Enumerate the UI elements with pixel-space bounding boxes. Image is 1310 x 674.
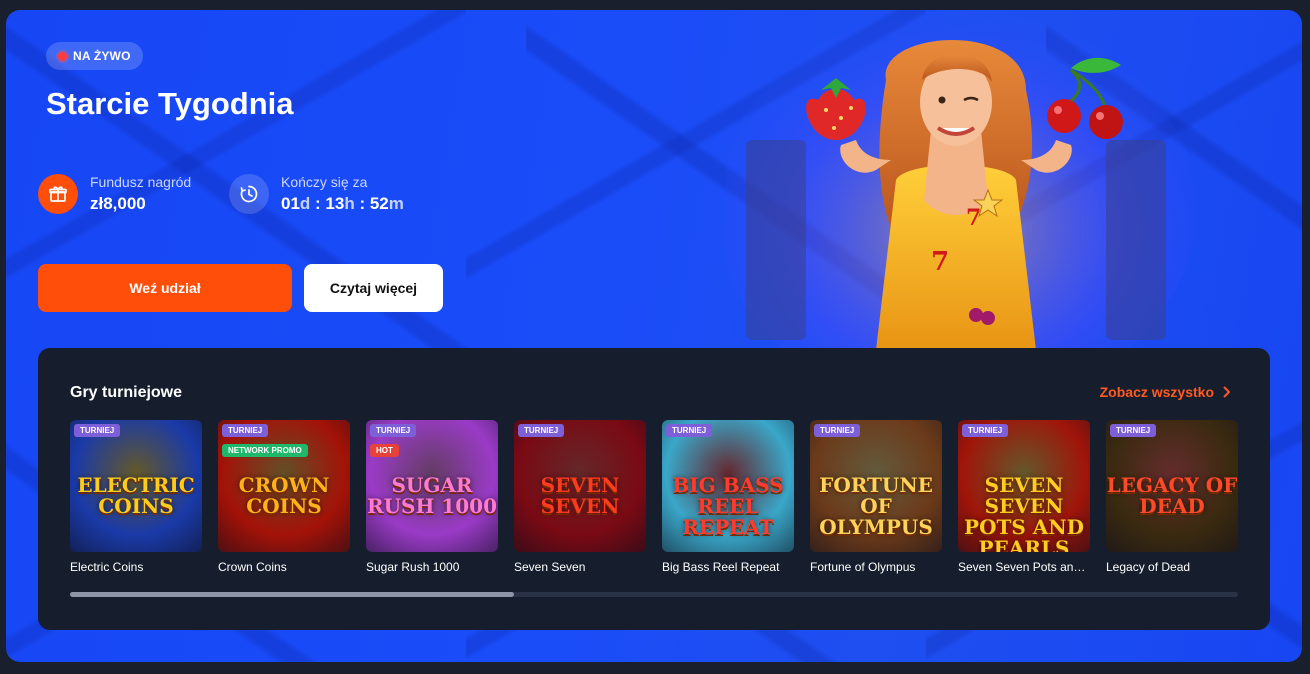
scrollbar-thumb[interactable] <box>70 592 514 597</box>
game-thumbnail[interactable]: CROWN COINS TURNIEJ NETWORK PROMO <box>218 420 350 552</box>
svg-text:7: 7 <box>931 247 949 277</box>
game-card[interactable]: CROWN COINS TURNIEJ NETWORK PROMO Crown … <box>218 420 350 574</box>
game-logo: ELECTRIC COINS <box>77 473 195 519</box>
prize-pool-value: zł8,000 <box>90 194 146 213</box>
game-name[interactable]: Seven Seven <box>514 560 646 574</box>
game-name[interactable]: Sugar Rush 1000 <box>366 560 498 574</box>
see-all-link[interactable]: Zobacz wszystko <box>1100 384 1230 400</box>
tournament-banner: NA ŻYWO Starcie Tygodnia Fundusz nagród … <box>6 10 1302 662</box>
tournament-tag: TURNIEJ <box>1110 424 1157 437</box>
tournament-tag: TURNIEJ <box>222 424 269 437</box>
game-thumbnail[interactable]: SEVEN SEVEN POTS AND PEARLS TURNIEJ <box>958 420 1090 552</box>
game-logo: SEVEN SEVEN <box>540 473 620 519</box>
live-label: NA ŻYWO <box>73 49 131 63</box>
countdown-label: Kończy się za <box>281 174 368 190</box>
game-name[interactable]: Legacy of Dead <box>1106 560 1238 574</box>
game-thumbnail[interactable]: ELECTRIC COINS TURNIEJ <box>70 420 202 552</box>
promo-tag: HOT <box>370 444 399 457</box>
game-card[interactable]: BIG BASS REEL REPEAT TURNIEJ Big Bass Re… <box>662 420 794 574</box>
game-logo: SEVEN SEVEN POTS AND PEARLS <box>964 473 1084 552</box>
horizontal-scrollbar[interactable] <box>70 592 1238 597</box>
gift-icon <box>38 174 78 214</box>
game-card[interactable]: FORTUNE OF OLYMPUS TURNIEJ Fortune of Ol… <box>810 420 942 574</box>
read-more-button[interactable]: Czytaj więcej <box>304 264 443 312</box>
game-name[interactable]: Fortune of Olympus <box>810 560 942 574</box>
countdown-days: 01 <box>281 194 300 213</box>
game-card[interactable]: SEVEN SEVEN POTS AND PEARLS TURNIEJ Seve… <box>958 420 1090 574</box>
tournament-tag: TURNIEJ <box>370 424 417 437</box>
tournament-tag: TURNIEJ <box>814 424 861 437</box>
game-thumbnail[interactable]: FORTUNE OF OLYMPUS TURNIEJ <box>810 420 942 552</box>
game-card[interactable]: SUGAR RUSH 1000 TURNIEJ HOT Sugar Rush 1… <box>366 420 498 574</box>
countdown-value: 01d : 13h : 52m <box>281 194 404 214</box>
prize-pool-label: Fundusz nagród <box>90 174 192 190</box>
game-logo: SUGAR RUSH 1000 <box>366 473 498 519</box>
game-name[interactable]: Electric Coins <box>70 560 202 574</box>
game-thumbnail[interactable]: BIG BASS REEL REPEAT TURNIEJ <box>662 420 794 552</box>
game-logo: FORTUNE OF OLYMPUS <box>819 473 933 540</box>
game-name[interactable]: Big Bass Reel Repeat <box>662 560 794 574</box>
game-card[interactable]: ELECTRIC COINS TURNIEJ Electric Coins <box>70 420 202 574</box>
game-thumbnail[interactable]: SUGAR RUSH 1000 TURNIEJ HOT <box>366 420 498 552</box>
timer-icon <box>229 174 269 214</box>
hero-illustration: 7 7 <box>726 10 1196 350</box>
tournament-tag: TURNIEJ <box>962 424 1009 437</box>
tournament-games-panel: Gry turniejowe Zobacz wszystko ELECTRIC … <box>38 348 1270 630</box>
game-card[interactable]: LEGACY OF DEAD TURNIEJ Legacy of Dead <box>1106 420 1238 574</box>
countdown-stat: Kończy się za 01d : 13h : 52m <box>229 174 404 214</box>
game-card[interactable]: SEVEN SEVEN TURNIEJ Seven Seven <box>514 420 646 574</box>
tournament-tag: TURNIEJ <box>666 424 713 437</box>
game-name[interactable]: Seven Seven Pots and Pearls <box>958 560 1090 574</box>
games-list: ELECTRIC COINS TURNIEJ Electric Coins CR… <box>70 420 1238 574</box>
countdown-minutes: 52 <box>369 194 389 213</box>
live-badge: NA ŻYWO <box>46 42 143 70</box>
game-name[interactable]: Crown Coins <box>218 560 350 574</box>
tournament-tag: TURNIEJ <box>74 424 121 437</box>
minutes-unit: m <box>388 194 404 213</box>
game-logo: LEGACY OF DEAD <box>1106 473 1238 519</box>
live-dot-icon <box>58 51 67 61</box>
games-section-title: Gry turniejowe <box>70 384 183 401</box>
countdown-hours: 13 <box>325 194 345 213</box>
see-all-label: Zobacz wszystko <box>1099 384 1214 400</box>
tournament-title: Starcie Tygodnia <box>46 86 294 121</box>
game-logo: CROWN COINS <box>238 473 330 519</box>
prize-pool-stat: Fundusz nagród zł8,000 <box>38 174 191 214</box>
game-logo: BIG BASS REEL REPEAT <box>672 473 784 540</box>
separator: : <box>310 194 326 213</box>
days-unit: d <box>299 194 311 213</box>
hours-unit: h <box>344 194 355 213</box>
tournament-tag: TURNIEJ <box>518 424 565 437</box>
svg-text:7: 7 <box>966 205 981 231</box>
game-thumbnail[interactable]: SEVEN SEVEN TURNIEJ <box>514 420 646 552</box>
game-thumbnail[interactable]: LEGACY OF DEAD TURNIEJ <box>1106 420 1238 552</box>
promo-tag: NETWORK PROMO <box>222 444 308 457</box>
join-button[interactable]: Weź udział <box>38 264 292 312</box>
separator: : <box>354 194 370 213</box>
chevron-right-icon <box>1223 386 1230 398</box>
